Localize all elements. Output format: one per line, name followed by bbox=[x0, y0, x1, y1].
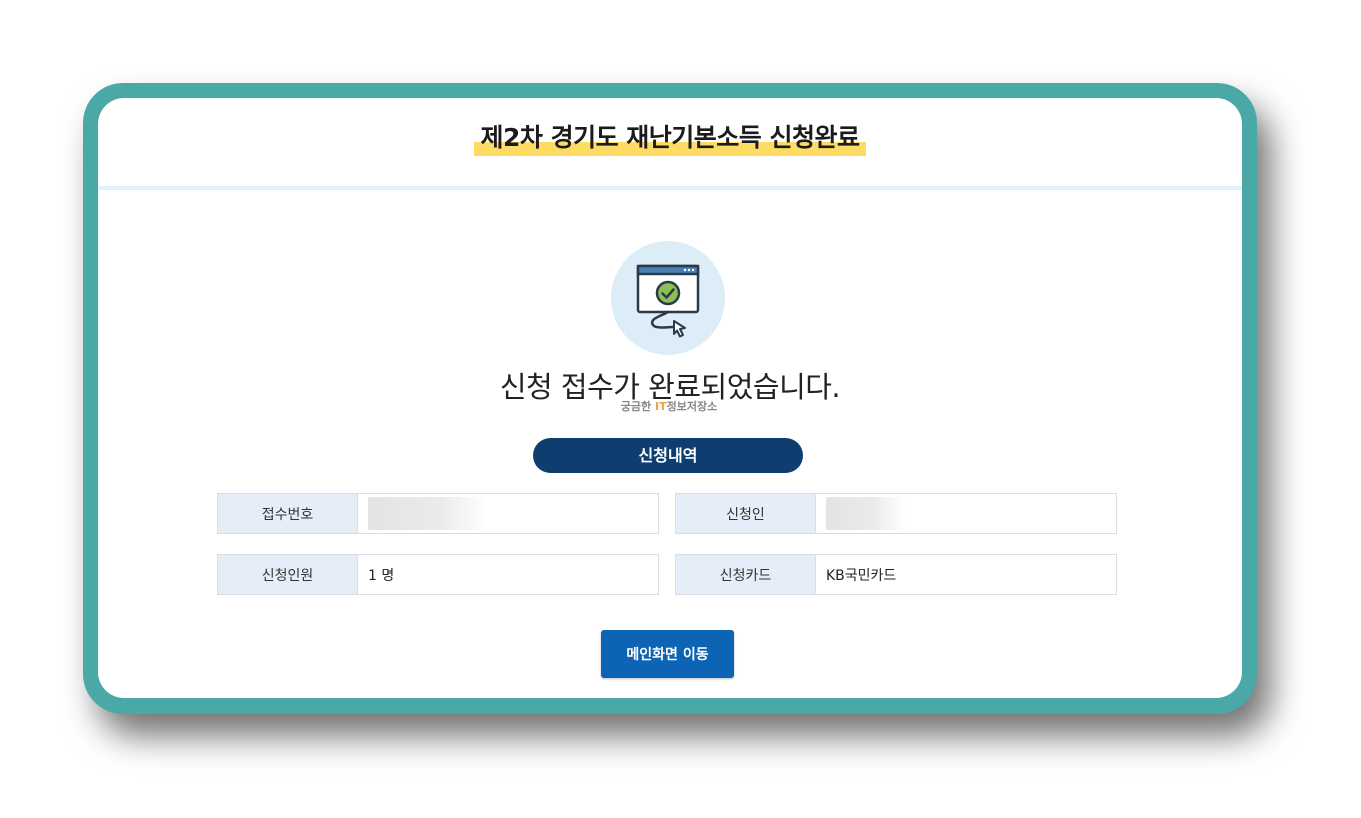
applicant-count-value: 1 명 bbox=[368, 567, 395, 584]
browser-check-icon bbox=[636, 264, 700, 338]
applicant-value bbox=[816, 494, 1116, 533]
applicant-count-label: 신청인원 bbox=[218, 555, 358, 594]
redacted-applicant-name bbox=[826, 497, 906, 530]
outer-frame: 제2차 경기도 재난기본소득 신청완료 신청 접수가 완료되었습니다. 궁금한 … bbox=[83, 83, 1257, 714]
page-header: 제2차 경기도 재난기본소득 신청완료 bbox=[98, 98, 1242, 190]
receipt-number-label: 접수번호 bbox=[218, 494, 358, 533]
go-to-main-button[interactable]: 메인화면 이동 bbox=[601, 630, 734, 678]
card-label: 신청카드 bbox=[676, 555, 816, 594]
applicant-label: 신청인 bbox=[676, 494, 816, 533]
completion-card: 제2차 경기도 재난기본소득 신청완료 신청 접수가 완료되었습니다. 궁금한 … bbox=[98, 98, 1242, 698]
section-title-pill: 신청내역 bbox=[533, 438, 803, 473]
applicant-row: 신청인 bbox=[675, 493, 1117, 534]
completion-illustration bbox=[611, 241, 725, 355]
watermark: 궁금한 IT정보저장소 bbox=[620, 400, 718, 413]
redacted-receipt-number bbox=[368, 497, 488, 530]
applicant-count-row: 신청인원 1 명 bbox=[217, 554, 659, 595]
receipt-number-row: 접수번호 bbox=[217, 493, 659, 534]
page-title: 제2차 경기도 재난기본소득 신청완료 bbox=[474, 118, 866, 156]
receipt-number-value bbox=[358, 494, 658, 533]
card-value: KB국민카드 bbox=[826, 567, 897, 584]
cursor-icon bbox=[673, 320, 686, 338]
card-row: 신청카드 KB국민카드 bbox=[675, 554, 1117, 595]
